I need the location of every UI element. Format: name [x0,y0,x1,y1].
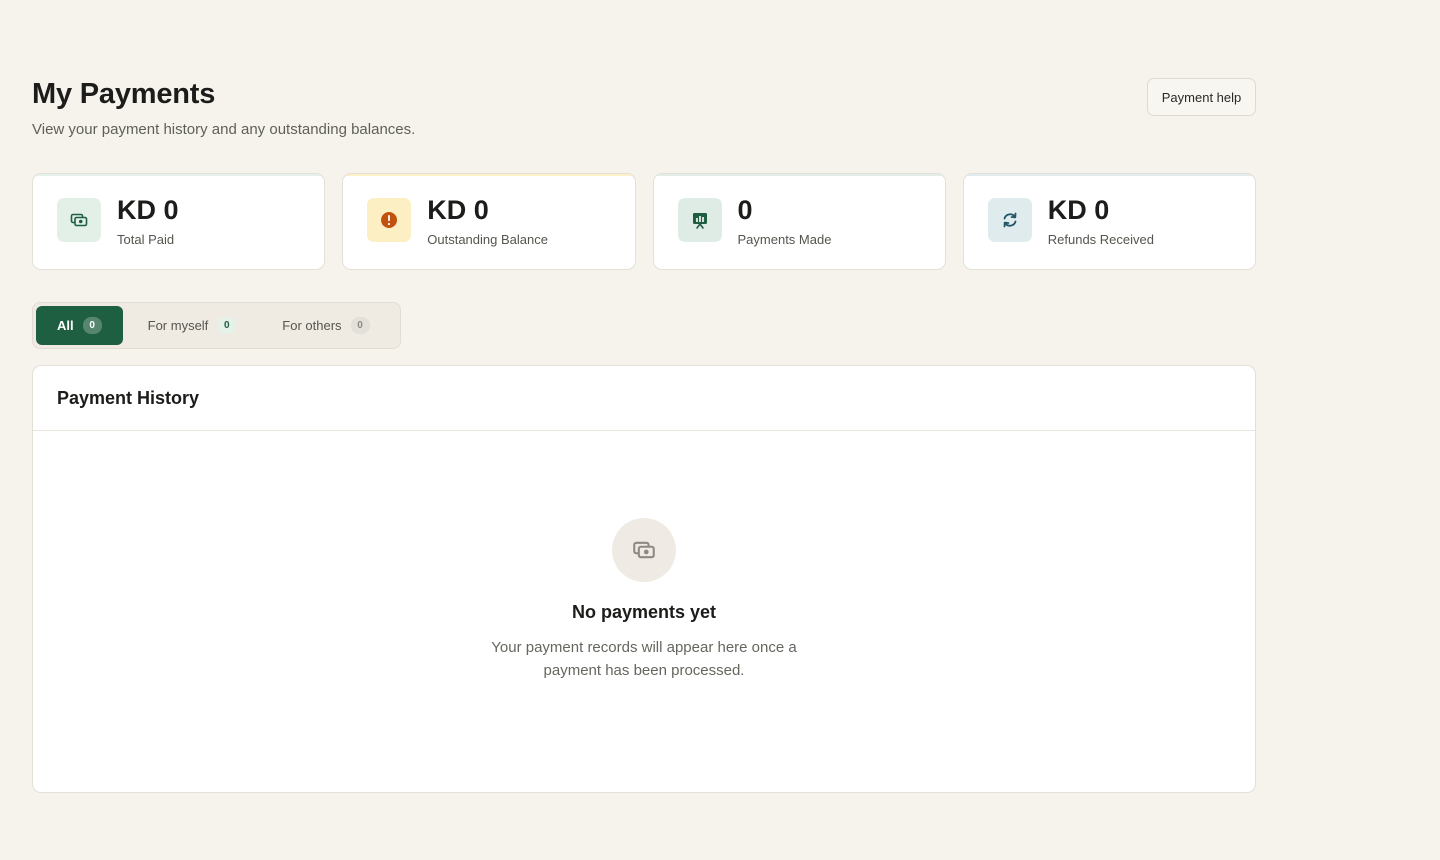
money-icon [57,198,101,242]
payment-history-title: Payment History [57,387,200,408]
payments-made-value: 0 [737,195,753,225]
total-paid-label: Total Paid [117,232,175,247]
tab-for-myself-label: For myself [147,318,209,333]
tab-for-myself-count: 0 [217,317,237,334]
page-subtitle: View your payment history and any outsta… [32,121,416,138]
stat-card-outstanding-balance: KD 0 Outstanding Balance [342,173,636,270]
tab-for-others-label: For others [282,318,342,333]
refunds-received-value: KD 0 [1047,195,1110,225]
payment-help-button[interactable]: Payment help [1147,78,1256,116]
stats-row: KD 0 Total Paid KD 0 Outstanding Balance [32,173,1256,270]
tab-for-others[interactable]: For others 0 [261,306,390,345]
stat-card-total-paid: KD 0 Total Paid [32,173,326,270]
tab-all-count: 0 [82,317,102,334]
tab-for-myself[interactable]: For myself 0 [127,306,258,345]
alert-icon [367,198,412,242]
outstanding-balance-label: Outstanding Balance [427,232,548,247]
total-paid-value: KD 0 [117,195,179,225]
page-title: My Payments [32,78,216,110]
tab-all[interactable]: All 0 [36,306,123,345]
payment-history-header: Payment History [33,366,1255,431]
outstanding-balance-value: KD 0 [427,195,489,225]
payment-history-panel: Payment History No payments yet Your pay… [32,365,1256,793]
page-header: My Payments View your payment history an… [32,78,1256,142]
tab-all-label: All [57,318,74,333]
empty-state-title: No payments yet [571,602,717,622]
receipt-chart-icon [677,198,722,242]
money-icon [612,518,676,582]
refresh-icon [987,198,1032,242]
stat-card-payments-made: 0 Payments Made [652,173,946,270]
refunds-received-label: Refunds Received [1047,232,1154,247]
empty-state-text: Your payment records will appear here on… [491,639,797,679]
payments-made-label: Payments Made [737,232,832,247]
stat-card-refunds-received: KD 0 Refunds Received [962,173,1256,270]
empty-state: No payments yet Your payment records wil… [33,518,1255,682]
tab-for-others-count: 0 [350,317,370,334]
payment-filter-tabs: All 0 For myself 0 For others 0 [32,302,401,349]
